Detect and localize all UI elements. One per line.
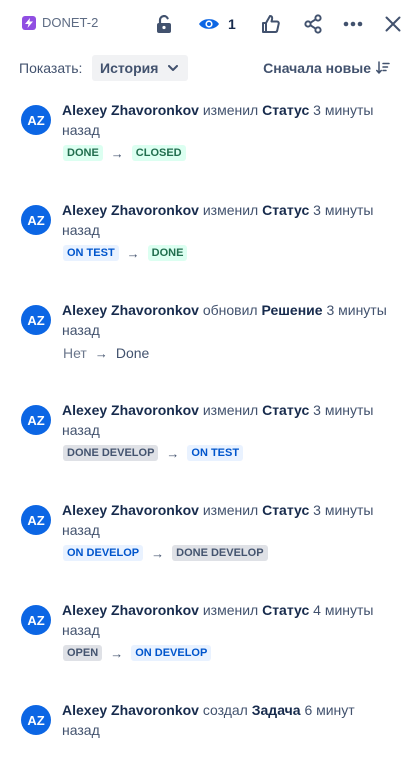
- issue-header: DONET-2 1: [0, 0, 414, 48]
- history-action: изменил: [202, 202, 259, 218]
- history-field: Статус: [262, 102, 310, 118]
- author-name[interactable]: Alexey Zhavoronkov: [62, 602, 199, 618]
- history-field: Статус: [262, 602, 310, 618]
- issue-key-text: DONET-2: [42, 15, 99, 30]
- to-value: DONE DEVELOP: [172, 545, 268, 561]
- history-change: OPEN → ON DEVELOP: [63, 645, 212, 661]
- avatar[interactable]: AZ: [21, 305, 51, 335]
- activity-type-select[interactable]: История: [92, 55, 188, 81]
- history-action: изменил: [202, 402, 259, 418]
- sort-descending-icon: [376, 61, 390, 74]
- arrow-right-icon: →: [110, 645, 124, 661]
- avatar[interactable]: AZ: [21, 605, 51, 635]
- author-name[interactable]: Alexey Zhavoronkov: [62, 702, 199, 718]
- unlock-icon[interactable]: [151, 11, 177, 37]
- arrow-right-icon: →: [110, 145, 124, 161]
- avatar[interactable]: AZ: [21, 705, 51, 735]
- history-field: Задача: [251, 702, 301, 718]
- issue-key-link[interactable]: DONET-2: [22, 15, 98, 30]
- author-name[interactable]: Alexey Zhavoronkov: [62, 202, 199, 218]
- lightning-icon: [22, 15, 36, 30]
- history-field: Решение: [261, 302, 323, 318]
- history-action: изменил: [202, 602, 259, 618]
- arrow-right-icon: →: [126, 245, 140, 261]
- history-action: изменил: [202, 102, 259, 118]
- avatar[interactable]: AZ: [21, 105, 51, 135]
- history-summary: Alexey Zhavoronkov изменил Статус 3 мину…: [62, 400, 392, 440]
- watch-count: 1: [228, 16, 236, 32]
- history-change: ON DEVELOP → DONE DEVELOP: [63, 545, 268, 561]
- close-icon[interactable]: [380, 11, 406, 37]
- to-value: CLOSED: [131, 145, 186, 161]
- thumbs-up-icon[interactable]: [258, 11, 284, 37]
- history-summary: Alexey Zhavoronkov создал Задача 6 минут…: [62, 700, 392, 740]
- from-value: Нет: [63, 345, 87, 361]
- to-value: Done: [115, 345, 150, 361]
- history-change: DONE DEVELOP → ON TEST: [63, 445, 244, 461]
- from-value: DONE DEVELOP: [63, 445, 159, 461]
- to-value: ON TEST: [187, 445, 244, 461]
- history-summary: Alexey Zhavoronkov изменил Статус 3 мину…: [62, 200, 392, 240]
- history-summary: Alexey Zhavoronkov изменил Статус 3 мину…: [62, 100, 392, 140]
- from-value: ON DEVELOP: [63, 545, 144, 561]
- history-field: Статус: [262, 402, 310, 418]
- history-summary: Alexey Zhavoronkov обновил Решение 3 мин…: [62, 300, 392, 340]
- share-icon[interactable]: [300, 11, 326, 37]
- to-value: DONE: [147, 245, 188, 261]
- history-field: Статус: [262, 202, 310, 218]
- activity-type-value: История: [100, 60, 159, 76]
- activity-filter-bar: Показать: История Сначала новые: [0, 55, 414, 81]
- to-value: ON DEVELOP: [131, 645, 212, 661]
- author-name[interactable]: Alexey Zhavoronkov: [62, 502, 199, 518]
- avatar[interactable]: AZ: [21, 405, 51, 435]
- history-action: обновил: [202, 302, 258, 318]
- history-summary: Alexey Zhavoronkov изменил Статус 4 мину…: [62, 600, 392, 640]
- author-name[interactable]: Alexey Zhavoronkov: [62, 102, 199, 118]
- show-label: Показать:: [19, 60, 83, 76]
- history-change: Нет → Done: [63, 345, 149, 361]
- author-name[interactable]: Alexey Zhavoronkov: [62, 302, 199, 318]
- more-icon[interactable]: [340, 11, 366, 37]
- from-value: DONE: [63, 145, 103, 161]
- history-change: ON TEST → DONE: [63, 245, 188, 261]
- history-action: изменил: [202, 502, 259, 518]
- sort-order-label: Сначала новые: [263, 60, 371, 76]
- avatar[interactable]: AZ: [21, 205, 51, 235]
- arrow-right-icon: →: [166, 445, 180, 461]
- history-action: создал: [202, 702, 248, 718]
- history-summary: Alexey Zhavoronkov изменил Статус 3 мину…: [62, 500, 392, 540]
- avatar[interactable]: AZ: [21, 505, 51, 535]
- arrow-right-icon: →: [94, 345, 108, 361]
- watch-button[interactable]: 1: [198, 11, 236, 37]
- eye-icon: [199, 19, 219, 29]
- author-name[interactable]: Alexey Zhavoronkov: [62, 402, 199, 418]
- chevron-down-icon: [168, 65, 179, 71]
- history-change: DONE → CLOSED: [63, 145, 186, 161]
- from-value: ON TEST: [63, 245, 119, 261]
- sort-order-button[interactable]: Сначала новые: [263, 60, 390, 76]
- from-value: OPEN: [63, 645, 103, 661]
- arrow-right-icon: →: [151, 545, 165, 561]
- history-field: Статус: [262, 502, 310, 518]
